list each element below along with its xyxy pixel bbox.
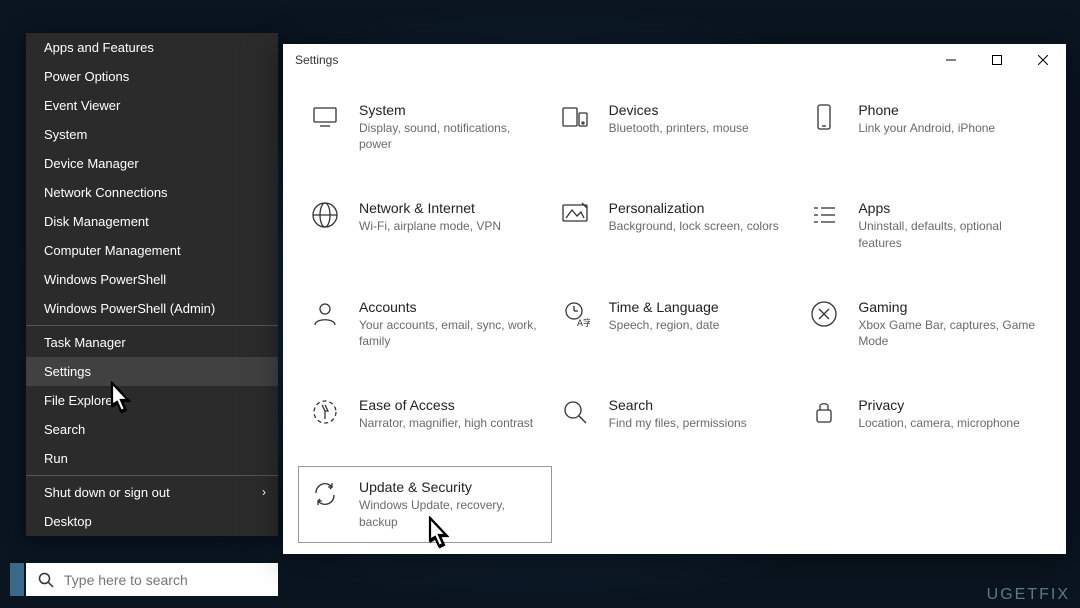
svg-text:A字: A字 — [577, 317, 590, 328]
category-gaming[interactable]: Gaming Xbox Game Bar, captures, Game Mod… — [802, 293, 1046, 355]
category-text: Time & Language Speech, region, date — [609, 299, 791, 349]
category-search[interactable]: Search Find my files, permissions — [553, 391, 797, 437]
category-title: Personalization — [609, 200, 791, 216]
search-icon — [38, 572, 54, 588]
category-text: Update & Security Windows Update, recove… — [359, 479, 541, 529]
category-desc: Xbox Game Bar, captures, Game Mode — [858, 317, 1040, 349]
category-ease[interactable]: Ease of Access Narrator, magnifier, high… — [303, 391, 547, 437]
menu-item-computer-management[interactable]: Computer Management — [26, 236, 278, 265]
category-desc: Speech, region, date — [609, 317, 791, 333]
menu-item-desktop[interactable]: Desktop — [26, 507, 278, 536]
menu-item-run[interactable]: Run — [26, 444, 278, 473]
menu-separator — [26, 475, 278, 476]
menu-item-disk-management[interactable]: Disk Management — [26, 207, 278, 236]
category-phone[interactable]: Phone Link your Android, iPhone — [802, 96, 1046, 158]
category-devices[interactable]: Devices Bluetooth, printers, mouse — [553, 96, 797, 158]
privacy-icon — [808, 397, 840, 429]
menu-item-settings[interactable]: Settings — [26, 357, 278, 386]
category-text: System Display, sound, notifications, po… — [359, 102, 541, 152]
window-title: Settings — [295, 53, 338, 67]
category-desc: Wi-Fi, airplane mode, VPN — [359, 218, 541, 234]
category-desc: Background, lock screen, colors — [609, 218, 791, 234]
category-text: Network & Internet Wi-Fi, airplane mode,… — [359, 200, 541, 250]
category-title: Time & Language — [609, 299, 791, 315]
category-desc: Display, sound, notifications, power — [359, 120, 541, 152]
taskbar-search[interactable] — [26, 563, 278, 596]
category-title: Devices — [609, 102, 791, 118]
settings-window: Settings System Display, sound, notifica… — [283, 44, 1066, 554]
category-network[interactable]: Network & Internet Wi-Fi, airplane mode,… — [303, 194, 547, 256]
category-apps[interactable]: Apps Uninstall, defaults, optional featu… — [802, 194, 1046, 256]
category-desc: Find my files, permissions — [609, 415, 791, 431]
accounts-icon — [309, 299, 341, 331]
watermark: UGETFIX — [987, 586, 1070, 604]
category-title: Network & Internet — [359, 200, 541, 216]
category-text: Privacy Location, camera, microphone — [858, 397, 1040, 431]
category-desc: Bluetooth, printers, mouse — [609, 120, 791, 136]
menu-item-apps-and-features[interactable]: Apps and Features — [26, 33, 278, 62]
category-title: Update & Security — [359, 479, 541, 495]
search-input[interactable] — [64, 572, 266, 588]
update-icon — [309, 479, 341, 511]
category-text: Personalization Background, lock screen,… — [609, 200, 791, 250]
category-accounts[interactable]: Accounts Your accounts, email, sync, wor… — [303, 293, 547, 355]
category-text: Search Find my files, permissions — [609, 397, 791, 431]
start-button-fragment[interactable] — [10, 563, 24, 596]
maximize-button[interactable] — [974, 44, 1020, 76]
time-icon: A字 — [559, 299, 591, 331]
personalization-icon — [559, 200, 591, 232]
category-title: Phone — [858, 102, 1040, 118]
category-title: Ease of Access — [359, 397, 541, 413]
category-text: Gaming Xbox Game Bar, captures, Game Mod… — [858, 299, 1040, 349]
phone-icon — [808, 102, 840, 134]
category-desc: Uninstall, defaults, optional features — [858, 218, 1040, 250]
ease-icon — [309, 397, 341, 429]
window-controls — [928, 44, 1066, 76]
menu-item-power-options[interactable]: Power Options — [26, 62, 278, 91]
winx-context-menu: Apps and FeaturesPower OptionsEvent View… — [26, 33, 278, 536]
devices-icon — [559, 102, 591, 134]
chevron-right-icon: › — [262, 485, 266, 499]
menu-item-system[interactable]: System — [26, 120, 278, 149]
category-title: Gaming — [858, 299, 1040, 315]
menu-item-task-manager[interactable]: Task Manager — [26, 328, 278, 357]
settings-categories: System Display, sound, notifications, po… — [283, 76, 1066, 556]
category-time[interactable]: A字 Time & Language Speech, region, date — [553, 293, 797, 355]
category-desc: Link your Android, iPhone — [858, 120, 1040, 136]
menu-item-event-viewer[interactable]: Event Viewer — [26, 91, 278, 120]
menu-item-windows-powershell[interactable]: Windows PowerShell — [26, 265, 278, 294]
menu-item-file-explorer[interactable]: File Explorer — [26, 386, 278, 415]
category-desc: Your accounts, email, sync, work, family — [359, 317, 541, 349]
category-desc: Windows Update, recovery, backup — [359, 497, 541, 529]
category-title: Accounts — [359, 299, 541, 315]
category-title: Apps — [858, 200, 1040, 216]
category-text: Ease of Access Narrator, magnifier, high… — [359, 397, 541, 431]
category-title: Privacy — [858, 397, 1040, 413]
category-text: Apps Uninstall, defaults, optional featu… — [858, 200, 1040, 250]
category-title: System — [359, 102, 541, 118]
apps-icon — [808, 200, 840, 232]
category-update[interactable]: Update & Security Windows Update, recove… — [298, 466, 552, 542]
close-button[interactable] — [1020, 44, 1066, 76]
menu-item-windows-powershell-admin-[interactable]: Windows PowerShell (Admin) — [26, 294, 278, 323]
category-desc: Narrator, magnifier, high contrast — [359, 415, 541, 431]
menu-item-network-connections[interactable]: Network Connections — [26, 178, 278, 207]
category-personalization[interactable]: Personalization Background, lock screen,… — [553, 194, 797, 256]
gaming-icon — [808, 299, 840, 331]
category-system[interactable]: System Display, sound, notifications, po… — [303, 96, 547, 158]
menu-item-device-manager[interactable]: Device Manager — [26, 149, 278, 178]
category-text: Devices Bluetooth, printers, mouse — [609, 102, 791, 152]
minimize-button[interactable] — [928, 44, 974, 76]
category-desc: Location, camera, microphone — [858, 415, 1040, 431]
menu-item-shut-down-or-sign-out[interactable]: Shut down or sign out› — [26, 478, 278, 507]
network-icon — [309, 200, 341, 232]
category-title: Search — [609, 397, 791, 413]
category-privacy[interactable]: Privacy Location, camera, microphone — [802, 391, 1046, 437]
search-icon — [559, 397, 591, 429]
category-text: Accounts Your accounts, email, sync, wor… — [359, 299, 541, 349]
menu-separator — [26, 325, 278, 326]
menu-item-search[interactable]: Search — [26, 415, 278, 444]
category-text: Phone Link your Android, iPhone — [858, 102, 1040, 152]
system-icon — [309, 102, 341, 134]
